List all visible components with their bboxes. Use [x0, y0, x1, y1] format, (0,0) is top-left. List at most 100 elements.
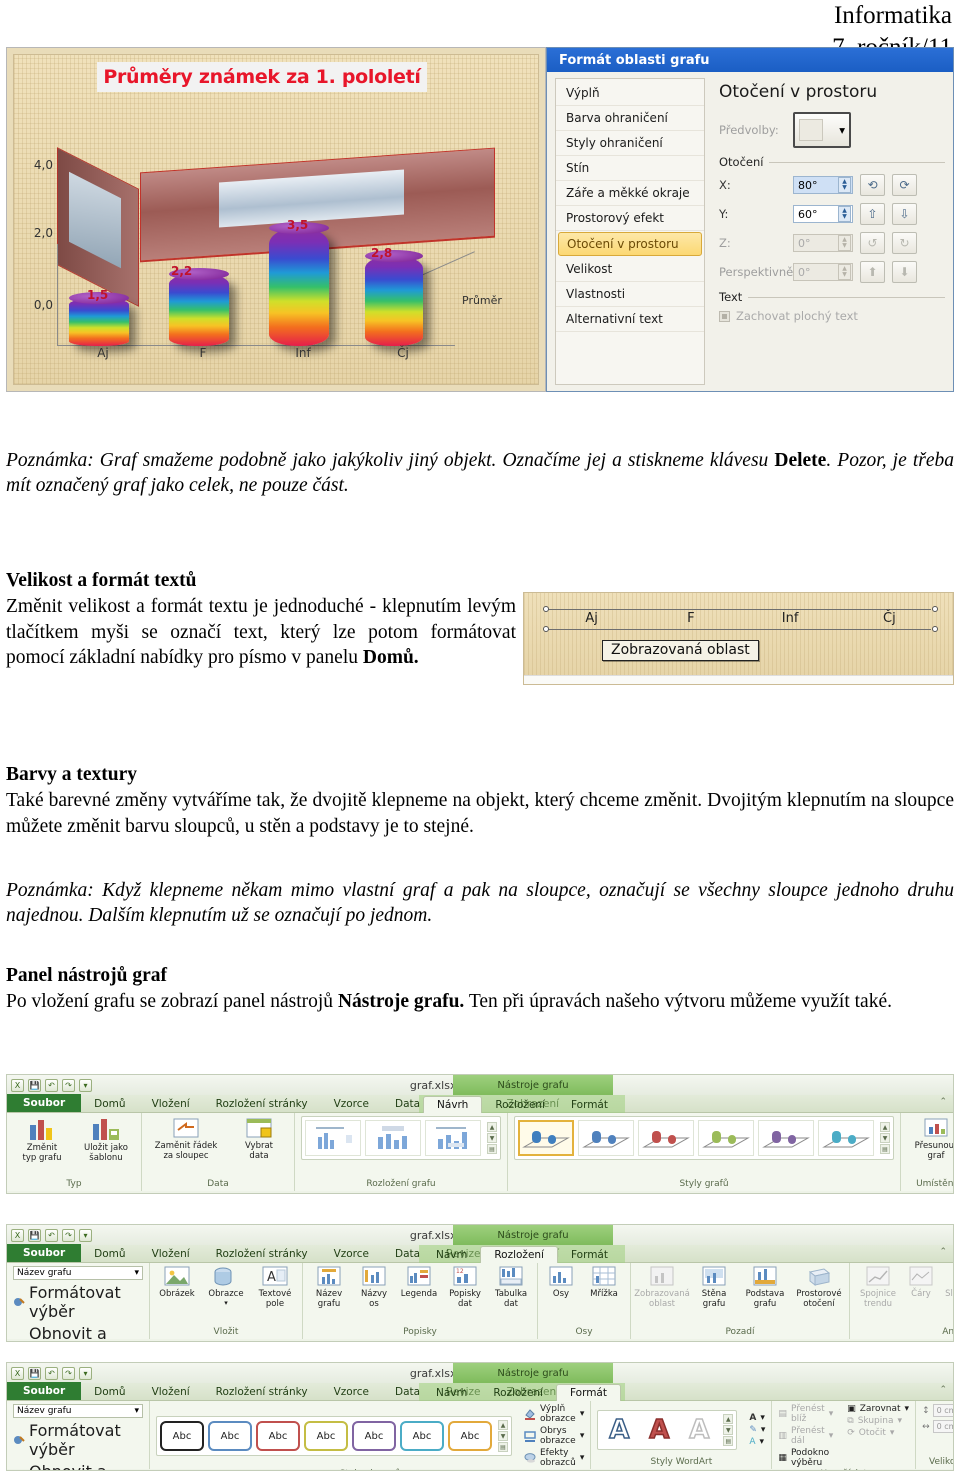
tab-navrh[interactable]: Návrh — [423, 1096, 483, 1114]
collapse-ribbon-icon[interactable]: ⌃ — [939, 1247, 947, 1257]
chart-style-gallery[interactable]: ▲ ▼ ▤ — [514, 1116, 894, 1160]
tab-rozlozeni[interactable]: Rozložení — [482, 1097, 558, 1113]
selection-combo[interactable]: Název grafu ▾ — [13, 1266, 143, 1280]
tab-vzorce[interactable]: Vzorce — [321, 1246, 382, 1262]
tab-rozlozeni-stranky[interactable]: Rozložení stránky — [203, 1384, 321, 1400]
spinner-arrows-icon[interactable]: ▲ ▼ — [838, 264, 851, 280]
style-gallery-nav[interactable]: ▲ ▼ ▤ — [880, 1122, 890, 1154]
dialog-nav-velikost[interactable]: Velikost — [556, 257, 704, 282]
button-obnovit-a-srovnat-se-stylem[interactable]: Obnovit a srovnat se stylem — [13, 1324, 143, 1341]
rotation-y-input[interactable]: 60° ▲ ▼ — [793, 205, 853, 223]
style-thumb[interactable] — [638, 1120, 694, 1156]
shape-style-cell[interactable]: Abc — [160, 1421, 204, 1451]
dialog-nav-zare[interactable]: Záře a měkké okraje — [556, 181, 704, 206]
chevron-down-icon[interactable]: ▾ — [897, 1416, 902, 1426]
style-thumb[interactable] — [578, 1120, 634, 1156]
spinner-arrows-icon[interactable]: ▲ ▼ — [838, 206, 851, 222]
gallery-up-icon[interactable]: ▲ — [498, 1420, 508, 1430]
chevron-down-icon[interactable]: ▾ — [580, 1453, 585, 1463]
tab-format[interactable]: Formát — [555, 1384, 621, 1402]
tab-rozlozeni-stranky[interactable]: Rozložení stránky — [203, 1246, 321, 1262]
button-podstava-grafu[interactable]: Podstava grafu — [741, 1266, 789, 1309]
button-zarovnat[interactable]: ▣ Zarovnat ▾ — [847, 1404, 909, 1414]
tab-rozlozeni-stranky[interactable]: Rozložení stránky — [203, 1096, 321, 1112]
ribbon3-context-tabs[interactable]: Návrh Rozložení Formát — [419, 1383, 625, 1402]
tab-vlozeni[interactable]: Vložení — [139, 1096, 203, 1112]
button-zamenit-radek-za-sloupec[interactable]: Zaměnit řádek za sloupec — [148, 1116, 224, 1161]
chevron-down-icon[interactable]: ▾ — [761, 1425, 766, 1435]
wordart-gallery-nav[interactable]: ▲ ▼ ▤ — [723, 1414, 734, 1446]
chevron-down-icon[interactable]: ▾ — [580, 1431, 585, 1441]
button-obrazek[interactable]: Obrázek — [156, 1266, 198, 1300]
gallery-down-icon[interactable]: ▼ — [723, 1425, 734, 1435]
bar-cj[interactable] — [365, 250, 423, 346]
layout-gallery-nav[interactable]: ▲ ▼ ▤ — [487, 1122, 497, 1154]
tab-domu[interactable]: Domů — [81, 1246, 138, 1262]
chevron-down-icon[interactable]: ▾ — [760, 1413, 765, 1423]
chart-layout-gallery[interactable]: ▲ ▼ ▤ — [301, 1116, 501, 1160]
button-osy[interactable]: Osy — [544, 1266, 578, 1300]
tab-soubor[interactable]: Soubor — [7, 1094, 82, 1112]
tab-domu[interactable]: Domů — [81, 1096, 138, 1112]
shape-style-cell[interactable]: Abc — [400, 1421, 444, 1451]
button-text-fill[interactable]: A ▾ — [749, 1413, 765, 1423]
perspective-input[interactable]: 0° ▲ ▼ — [793, 263, 853, 281]
button-tabulka-dat[interactable]: Tabulka dat — [491, 1266, 531, 1309]
shape-height-input[interactable]: 0 cm — [932, 1404, 953, 1417]
rotation-x-input[interactable]: 80° ▲ ▼ — [793, 176, 853, 194]
chevron-down-icon[interactable]: ▾ — [224, 1299, 228, 1308]
layout-thumb[interactable] — [425, 1120, 481, 1156]
button-popisky-dat[interactable]: 12 Popisky dat — [445, 1266, 485, 1309]
chevron-down-icon[interactable]: ▾ — [580, 1409, 585, 1419]
shape-style-cell[interactable]: Abc — [448, 1421, 492, 1451]
rotation-z-input[interactable]: 0° ▲ ▼ — [793, 234, 853, 252]
button-prostorove-otoceni[interactable]: Prostorové otočení — [795, 1266, 843, 1309]
shape-styles-gallery[interactable]: Abc Abc Abc Abc Abc Abc Abc ▲ ▼ ▤ — [156, 1416, 512, 1456]
button-cary[interactable]: Čáry — [906, 1266, 936, 1300]
style-thumb[interactable] — [698, 1120, 754, 1156]
bar-inf[interactable] — [269, 222, 329, 346]
button-skupina[interactable]: ⧉ Skupina ▾ — [847, 1416, 909, 1426]
button-sloupce-vzrustu-a-poklesu[interactable]: Sloupce vzrůstu a poklesu — [942, 1266, 953, 1309]
dialog-nav-otoceni[interactable]: Otočení v prostoru — [558, 232, 702, 256]
button-mrizka[interactable]: Mřížka — [584, 1266, 624, 1300]
collapse-ribbon-icon[interactable]: ⌃ — [939, 1097, 947, 1107]
button-spojnice-trendu[interactable]: Spojnice trendu — [856, 1266, 900, 1309]
shape-gallery-nav[interactable]: ▲ ▼ ▤ — [498, 1420, 508, 1452]
gallery-down-icon[interactable]: ▼ — [880, 1133, 890, 1143]
gallery-down-icon[interactable]: ▼ — [487, 1133, 497, 1143]
bar-aj[interactable] — [69, 292, 129, 346]
button-obrys-obrazce[interactable]: Obrys obrazce ▾ — [524, 1426, 584, 1446]
rotate-y-down-icon[interactable]: ⇩ — [892, 203, 917, 225]
collapse-ribbon-icon[interactable]: ⌃ — [939, 1385, 947, 1395]
chevron-down-icon[interactable]: ▾ — [905, 1404, 910, 1414]
button-zmenit-typ-grafu[interactable]: Změnit typ grafu — [13, 1116, 71, 1163]
ribbon3-tabs[interactable]: Soubor Domů Vložení Rozložení stránky Vz… — [7, 1382, 953, 1402]
rotate-x-right-icon[interactable]: ⟳ — [892, 174, 917, 196]
spinner-arrows-icon[interactable]: ▲ ▼ — [838, 177, 851, 193]
shape-style-cell[interactable]: Abc — [352, 1421, 396, 1451]
ribbon2-tabs[interactable]: Soubor Domů Vložení Rozložení stránky Vz… — [7, 1244, 953, 1264]
button-obrazce[interactable]: Obrazce ▾ — [204, 1266, 248, 1307]
button-nazvy-os[interactable]: Názvy os — [355, 1266, 393, 1309]
style-thumb-selected[interactable] — [518, 1120, 574, 1156]
button-text-effects[interactable]: A ▾ — [749, 1437, 765, 1447]
tab-format[interactable]: Formát — [558, 1097, 621, 1113]
gallery-more-icon[interactable]: ▤ — [498, 1442, 508, 1452]
button-stena-grafu[interactable]: Stěna grafu — [693, 1266, 735, 1309]
tab-navrh[interactable]: Návrh — [423, 1247, 480, 1263]
spinner-arrows-icon[interactable]: ▲ ▼ — [838, 235, 851, 251]
tab-vzorce[interactable]: Vzorce — [321, 1096, 382, 1112]
gallery-up-icon[interactable]: ▲ — [723, 1414, 734, 1424]
button-zobrazovana-oblast[interactable]: Zobrazovaná oblast — [634, 1266, 690, 1309]
style-thumb[interactable] — [758, 1120, 814, 1156]
tab-navrh[interactable]: Návrh — [423, 1385, 480, 1401]
rotate-x-left-icon[interactable]: ⟲ — [860, 174, 885, 196]
style-thumb[interactable] — [818, 1120, 874, 1156]
selection-handle-br[interactable] — [932, 626, 938, 632]
dialog-nav-vlastnosti[interactable]: Vlastnosti — [556, 282, 704, 307]
tab-format[interactable]: Formát — [558, 1247, 621, 1263]
perspective-narrow-icon[interactable]: ⬆ — [860, 261, 885, 283]
button-nazev-grafu[interactable]: Název grafu — [309, 1266, 349, 1309]
button-vypln-obrazce[interactable]: Výplň obrazce ▾ — [524, 1404, 584, 1424]
